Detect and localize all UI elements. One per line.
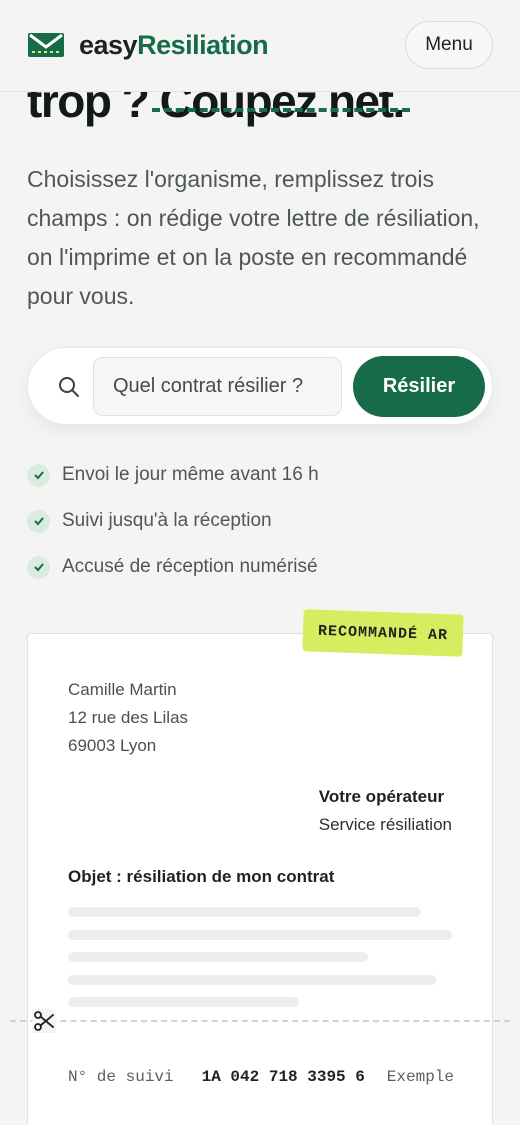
- tracking-note: Exemple: [386, 1068, 454, 1086]
- sender-name: Camille Martin: [68, 680, 177, 699]
- site-header: easyResiliation Menu: [0, 0, 520, 92]
- check-icon: [27, 463, 50, 487]
- cut-dashed-line: [10, 1020, 510, 1022]
- sender-address: Camille Martin 12 rue des Lilas 69003 Ly…: [68, 676, 188, 760]
- search-input[interactable]: [93, 357, 342, 416]
- tracking-row: N° de suivi 1A 042 718 3395 6 Exemple: [68, 1068, 454, 1086]
- recipient-name: Votre opérateur: [318, 787, 445, 806]
- sender-city: 69003 Lyon: [68, 736, 157, 755]
- sender-street: 12 rue des Lilas: [68, 708, 189, 727]
- feature-text: Envoi le jour même avant 16 h: [62, 464, 319, 485]
- letter-subject: Objet : résiliation de mon contrat: [68, 867, 335, 886]
- tracking-number: 1A 042 718 3395 6: [201, 1068, 365, 1086]
- recipient-dept: Service résiliation: [318, 815, 452, 834]
- envelope-logo-icon: [28, 33, 64, 57]
- recipient-address: Votre opérateur Service résiliation: [319, 783, 452, 839]
- resilier-button[interactable]: Résilier: [353, 356, 485, 417]
- text-placeholder-line: [68, 930, 452, 940]
- check-icon: [27, 555, 50, 579]
- logo[interactable]: easyResiliation: [28, 30, 269, 60]
- search-bar: Résilier: [27, 347, 493, 425]
- text-placeholder-line: [68, 907, 421, 917]
- logo-text: easyResiliation: [79, 30, 269, 60]
- list-item: Suivi jusqu'à la réception: [27, 498, 319, 544]
- feature-text: Accusé de réception numérisé: [62, 556, 318, 577]
- recommande-stamp: RECOMMANDÉ AR: [302, 609, 464, 657]
- hero-description: Choisissez l'organisme, remplissez trois…: [27, 166, 480, 309]
- list-item: Accusé de réception numérisé: [27, 544, 319, 590]
- text-placeholder-line: [68, 975, 436, 985]
- text-placeholder-line: [68, 997, 299, 1007]
- feature-list: Envoi le jour même avant 16 h Suivi jusq…: [27, 452, 319, 590]
- strike-dashed-line: [151, 108, 410, 112]
- text-placeholder-line: [68, 952, 368, 962]
- menu-button[interactable]: Menu: [405, 21, 493, 69]
- check-icon: [27, 509, 50, 533]
- feature-text: Suivi jusqu'à la réception: [62, 510, 272, 531]
- scissors-icon: [32, 1009, 56, 1033]
- tracking-label: N° de suivi: [68, 1068, 174, 1086]
- letter-preview: Camille Martin 12 rue des Lilas 69003 Ly…: [27, 633, 493, 1125]
- search-icon: [59, 377, 79, 397]
- list-item: Envoi le jour même avant 16 h: [27, 452, 319, 498]
